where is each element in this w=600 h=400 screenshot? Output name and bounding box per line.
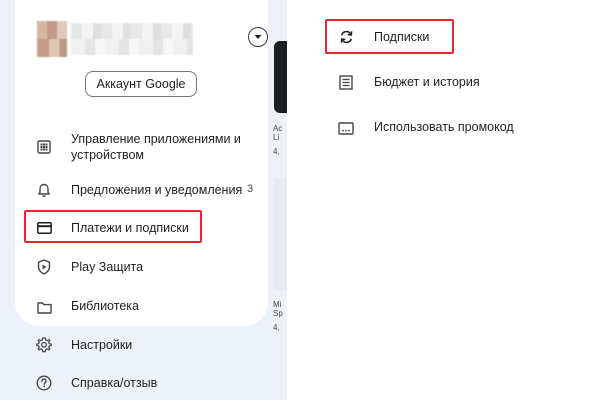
menu-item-settings[interactable]: Настройки xyxy=(15,336,268,354)
folder-icon xyxy=(35,298,53,316)
menu-item-label: Использовать промокод xyxy=(374,120,514,134)
menu-item-manage-apps[interactable]: Управление приложениями и устройством xyxy=(15,131,268,163)
background-text-line: Mi xyxy=(273,300,282,309)
background-text-line: Ac xyxy=(273,124,283,133)
background-app-text: Mi Sp 4, xyxy=(273,300,287,332)
account-menu-card: Аккаунт Google xyxy=(15,0,268,326)
menu-item-label: Play Защита xyxy=(71,260,144,274)
background-text-line: Li xyxy=(273,133,280,142)
help-icon xyxy=(35,374,53,392)
menu-item-library[interactable]: Библиотека xyxy=(15,297,268,315)
menu-item-label: Настройки xyxy=(71,338,133,352)
expand-accounts-button[interactable] xyxy=(248,27,268,47)
highlight-frame xyxy=(24,210,202,243)
background-app-thumbnail xyxy=(274,178,287,290)
menu-item-label: Справка/отзыв xyxy=(71,376,158,390)
grid-icon xyxy=(35,138,53,156)
menu-item-label: Предложения и уведомления xyxy=(71,183,243,197)
notification-count-badge: 3 xyxy=(247,183,254,195)
promo-code-icon xyxy=(337,119,355,137)
payments-subscriptions-screenshot: Подписки Бюджет и история Использовать п… xyxy=(287,0,600,400)
bell-icon xyxy=(35,181,53,199)
chevron-down-icon xyxy=(254,35,262,39)
menu-item-offers-notifications[interactable]: Предложения и уведомления 3 xyxy=(15,181,268,199)
menu-item-label: Управление приложениями и устройством xyxy=(71,132,241,162)
menu-item-label: Бюджет и история xyxy=(374,75,480,89)
google-account-button-label: Аккаунт Google xyxy=(96,77,186,91)
google-account-button[interactable]: Аккаунт Google xyxy=(85,71,197,97)
navigation-drawer-screenshot: Ac Li 4, Mi Sp 4, Аккаунт Google Управле… xyxy=(0,0,287,400)
gear-icon xyxy=(35,336,53,354)
background-text-line: 4, xyxy=(273,323,280,332)
avatar[interactable] xyxy=(37,21,67,57)
highlight-frame xyxy=(325,19,454,54)
account-info-blurred xyxy=(71,23,193,55)
list-icon xyxy=(337,73,355,91)
shield-icon xyxy=(35,258,53,276)
menu-item-play-protect[interactable]: Play Защита xyxy=(15,258,268,276)
background-text-line: Sp xyxy=(273,309,283,318)
background-text-line: 4, xyxy=(273,147,280,156)
menu-item-help-feedback[interactable]: Справка/отзыв xyxy=(15,374,268,392)
menu-item-budget-history[interactable]: Бюджет и история xyxy=(287,73,600,91)
background-app-text: Ac Li 4, xyxy=(273,124,287,156)
background-app-thumbnail xyxy=(274,41,287,113)
menu-item-label: Библиотека xyxy=(71,299,139,313)
menu-item-redeem-code[interactable]: Использовать промокод xyxy=(287,118,600,136)
